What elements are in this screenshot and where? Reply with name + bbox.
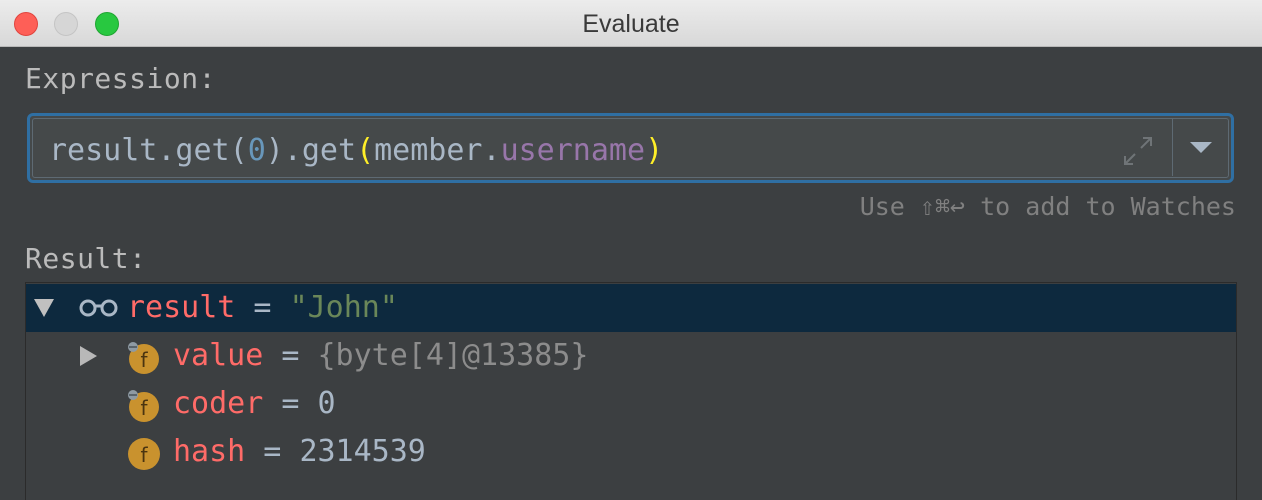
result-tree[interactable]: result = "John" f value = {byte[4]@13385…	[25, 282, 1237, 500]
field-value: 2314539	[299, 434, 426, 469]
field-value: 0	[317, 386, 336, 421]
title-bar: Evaluate	[0, 0, 1262, 47]
expression-input[interactable]: result.get(0).get(member.username)	[27, 113, 1234, 183]
expression-text[interactable]: result.get(0).get(member.username)	[49, 131, 663, 171]
chevron-down-icon	[1190, 142, 1212, 153]
expression-token: member.	[374, 133, 501, 168]
svg-text:f: f	[140, 396, 148, 420]
tree-row-value[interactable]: f value = {byte[4]@13385}	[26, 332, 1236, 380]
expression-token-number: 0	[247, 133, 266, 168]
tree-row-result[interactable]: result = "John"	[26, 284, 1236, 332]
tree-row-text: hash = 2314539	[173, 428, 426, 476]
variable-value: "John"	[289, 290, 398, 325]
tree-row-text: result = "John"	[127, 284, 398, 332]
tree-row-coder[interactable]: f coder = 0	[26, 380, 1236, 428]
collapse-toggle-icon[interactable]	[34, 299, 54, 317]
svg-text:f: f	[140, 348, 148, 372]
equals-sign: =	[263, 338, 318, 373]
final-field-icon: f	[128, 342, 159, 374]
final-field-icon: f	[128, 390, 159, 422]
watches-hint: Use ⇧⌘↩ to add to Watches	[859, 192, 1236, 221]
expression-token: result.get(	[49, 133, 248, 168]
field-value: {byte[4]@13385}	[317, 338, 589, 373]
history-dropdown-button[interactable]	[1173, 116, 1231, 178]
expand-toggle-icon[interactable]	[80, 346, 97, 366]
expression-field[interactable]: result.get(0).get(member.username)	[32, 118, 1229, 178]
equals-sign: =	[263, 386, 318, 421]
tree-row-text: value = {byte[4]@13385}	[173, 332, 588, 380]
equals-sign: =	[245, 434, 300, 469]
field-name: hash	[173, 434, 246, 469]
field-icon: f	[128, 438, 160, 470]
tree-row-text: coder = 0	[173, 380, 336, 428]
expression-label: Expression:	[25, 62, 216, 95]
evaluate-dialog: Evaluate Expression: result.get(0).get(m…	[0, 0, 1262, 500]
field-name: value	[173, 338, 264, 373]
svg-text:f: f	[140, 443, 148, 467]
field-name: coder	[173, 386, 264, 421]
watch-glasses-icon	[79, 299, 118, 317]
window-title: Evaluate	[582, 10, 680, 38]
expression-token-paren-match: (	[356, 133, 375, 168]
expression-token-paren-match: )	[645, 133, 664, 168]
expression-token-field: username	[500, 133, 646, 168]
result-label: Result:	[25, 242, 147, 275]
variable-name: result	[127, 290, 236, 325]
equals-sign: =	[235, 290, 290, 325]
expand-editor-icon[interactable]	[1120, 133, 1156, 169]
expression-token: ).get	[265, 133, 357, 168]
tree-row-hash[interactable]: f hash = 2314539	[26, 428, 1236, 476]
